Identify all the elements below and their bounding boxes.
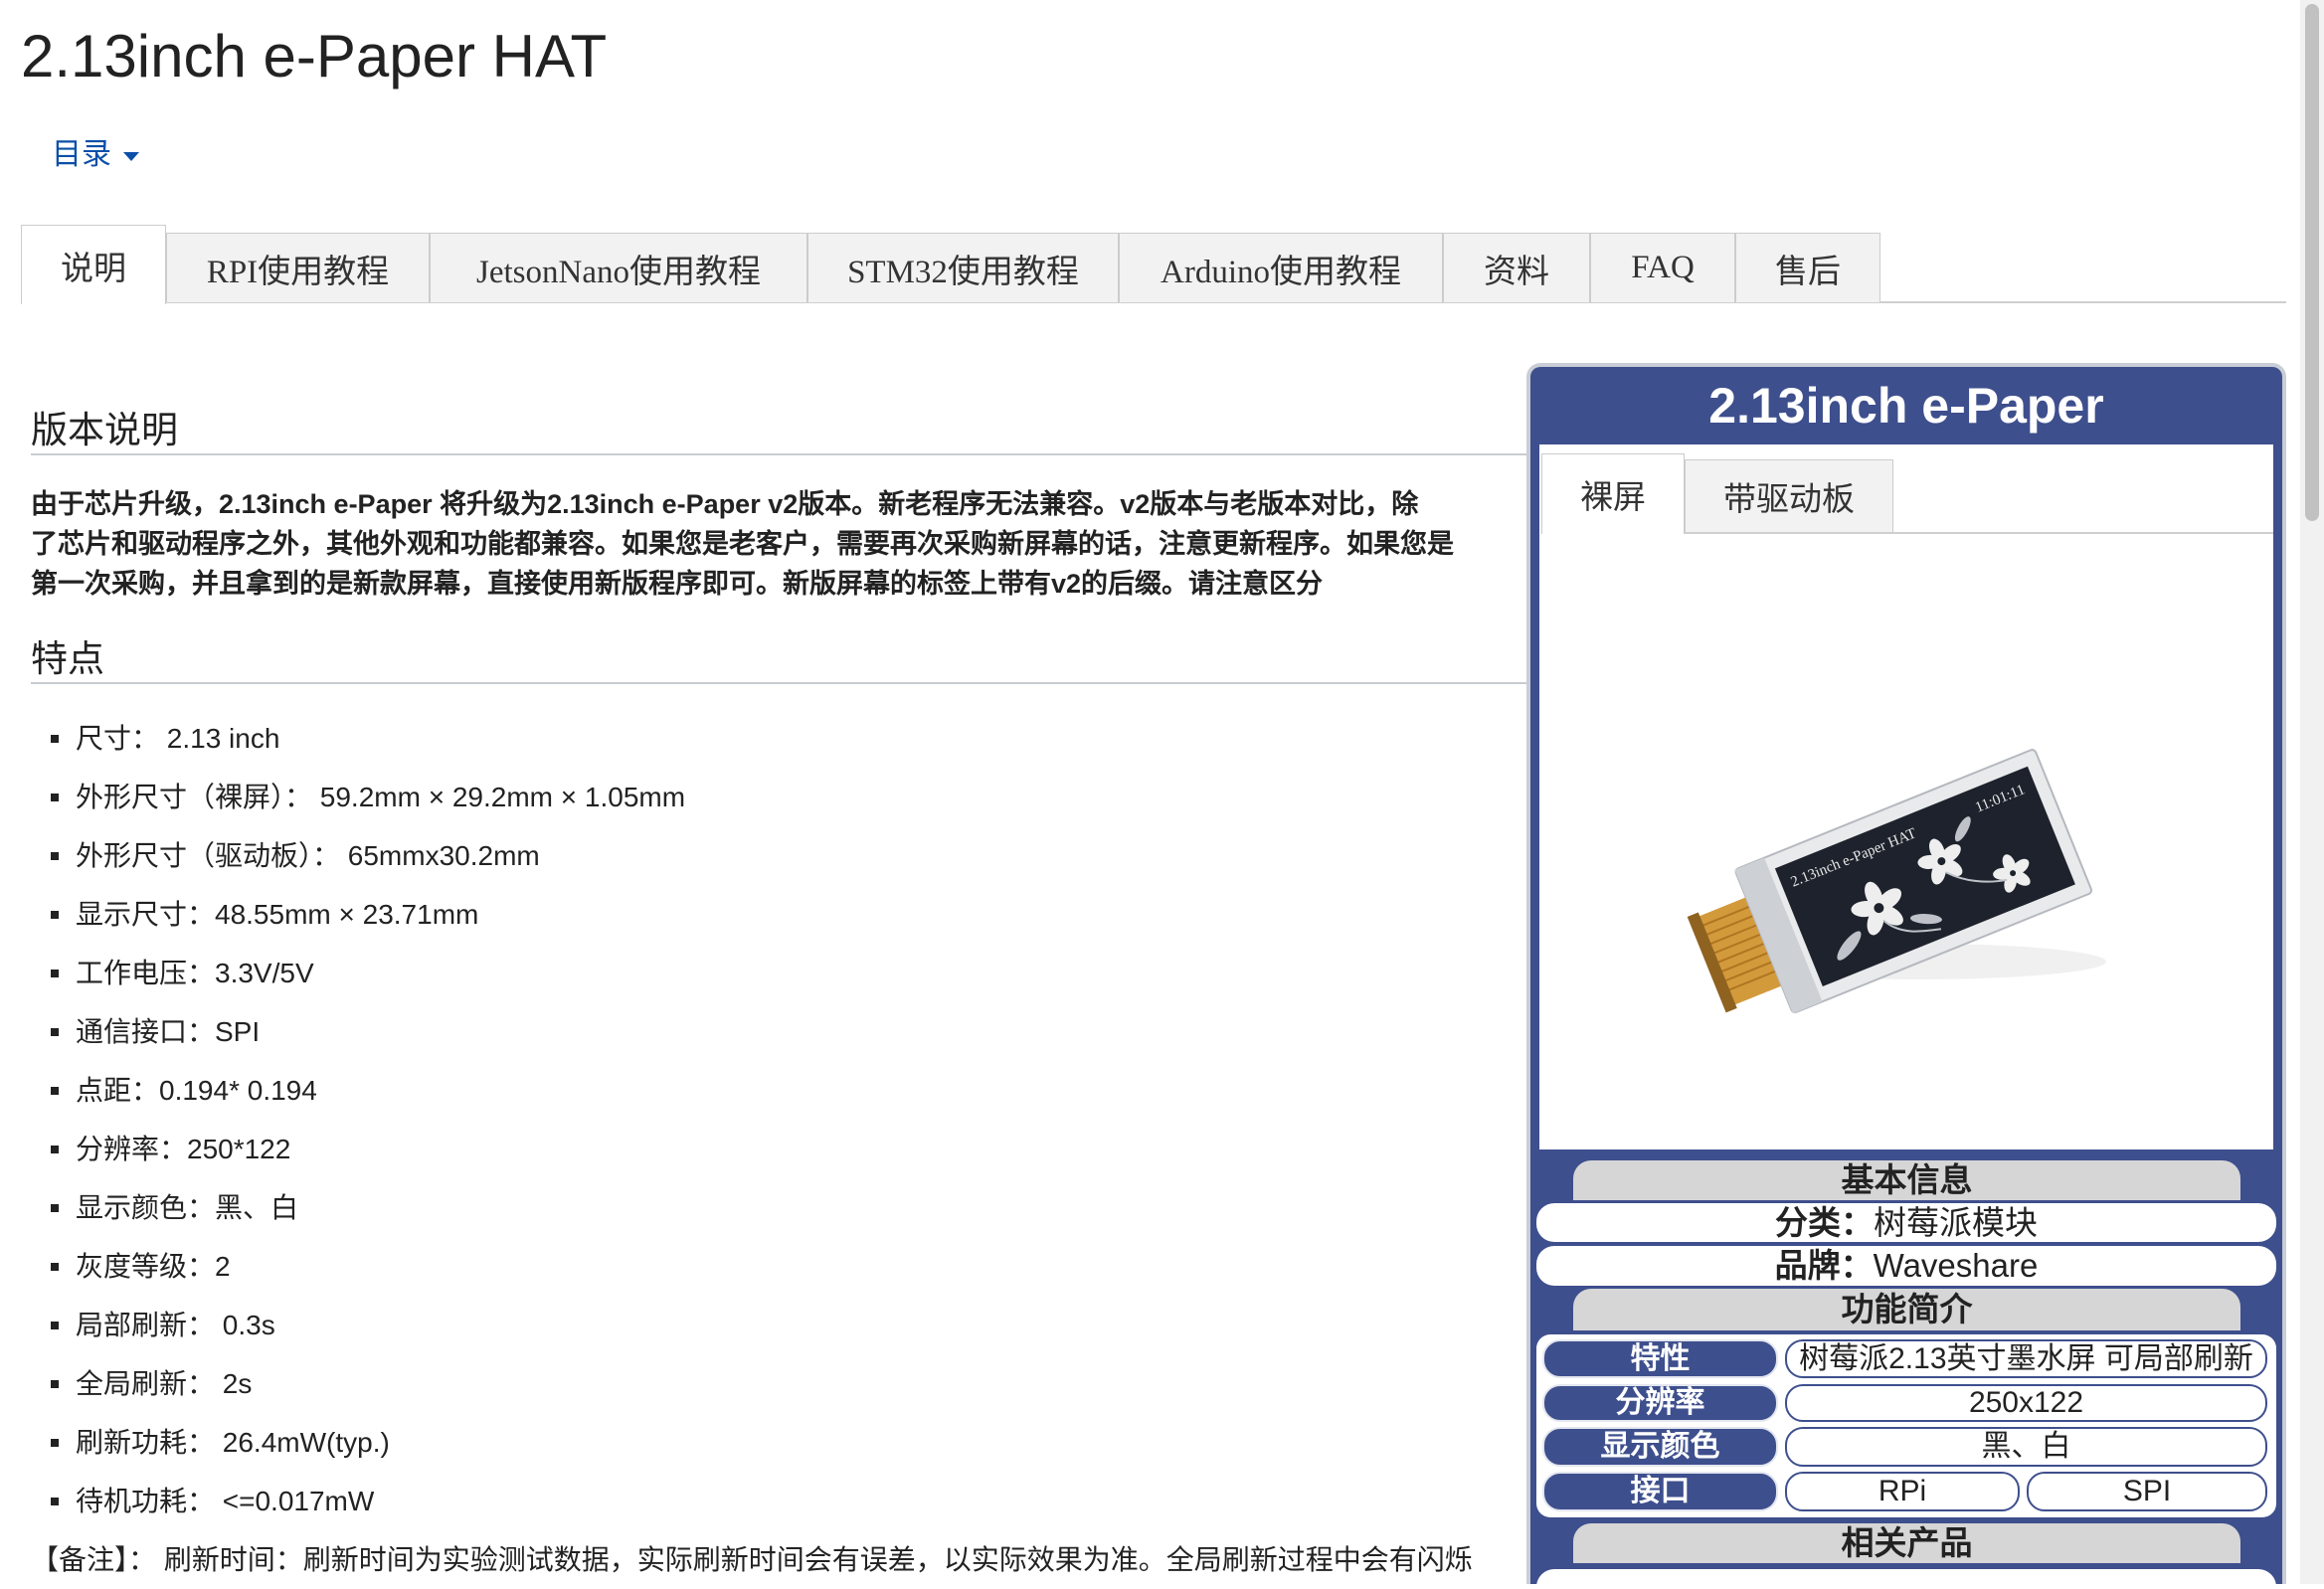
category-row: 分类：树莓派模块: [1536, 1203, 2276, 1242]
bullet-icon: [51, 1322, 59, 1329]
feature-text: 外形尺寸（驱动板）： 65mmx30.2mm: [76, 840, 540, 871]
features-heading: 特点: [31, 636, 1526, 684]
page-title: 2.13inch e-Paper HAT: [21, 23, 608, 89]
bullet-icon: [51, 735, 59, 743]
category-value: 树莓派模块: [1874, 1204, 2038, 1241]
spec-label-interface: 接口: [1542, 1472, 1778, 1511]
version-line: 由于芯片升级，2.13inch e-Paper 将升级为2.13inch e-P…: [31, 489, 1419, 519]
product-image: 2.13inch e-Paper HAT 11:01:11: [1687, 749, 2106, 1014]
feature-text: 灰度等级：2: [76, 1251, 231, 1282]
feature-item: 点距：0.194* 0.194: [31, 1061, 1526, 1120]
feature-text: 外形尺寸（裸屏）： 59.2mm × 29.2mm × 1.05mm: [76, 782, 686, 812]
feature-summary-heading: 功能简介: [1573, 1289, 2240, 1330]
feature-text: 显示颜色：黑、白: [76, 1192, 299, 1223]
bullet-icon: [51, 1146, 59, 1153]
spec-value-interface-rpi: RPi: [1785, 1472, 2020, 1511]
feature-text: 工作电压：3.3V/5V: [76, 958, 314, 988]
tab-stm32-tutorial[interactable]: STM32使用教程: [807, 233, 1119, 302]
spec-value-resolution: 250x122: [1785, 1384, 2267, 1422]
feature-text: 分辨率：250*122: [76, 1134, 291, 1164]
bullet-icon: [51, 1439, 59, 1447]
related-products-heading: 相关产品: [1573, 1523, 2240, 1563]
bullet-icon: [51, 911, 59, 919]
tab-faq[interactable]: FAQ: [1590, 233, 1735, 302]
feature-item: 显示颜色：黑、白: [31, 1178, 1526, 1237]
brand-label: 品牌：: [1774, 1247, 1874, 1284]
features-list: 尺寸： 2.13 inch 外形尺寸（裸屏）： 59.2mm × 29.2mm …: [31, 709, 1526, 1530]
feature-text: 通信接口：SPI: [76, 1016, 261, 1047]
bullet-icon: [51, 1263, 59, 1271]
bullet-icon: [51, 1498, 59, 1505]
feature-item: 灰度等级：2: [31, 1237, 1526, 1296]
version-heading: 版本说明: [31, 408, 1526, 455]
feature-text: 显示尺寸：48.55mm × 23.71mm: [76, 899, 479, 930]
spec-table: 特性 树莓派2.13英寸墨水屏 可局部刷新 分辨率 250x122 显示颜色 黑…: [1536, 1334, 2276, 1517]
feature-item: 工作电压：3.3V/5V: [31, 944, 1526, 1002]
tab-with-driver-board[interactable]: 带驱动板: [1685, 459, 1893, 532]
bullet-icon: [51, 970, 59, 977]
bullet-icon: [51, 1380, 59, 1388]
spec-value-interface-spi: SPI: [2027, 1472, 2267, 1511]
tab-arduino-tutorial[interactable]: Arduino使用教程: [1119, 233, 1443, 302]
infobox-image-panel: 裸屏 带驱动板 2.13inch e-Paper HAT 11:01:11: [1539, 444, 2273, 1149]
feature-item: 局部刷新： 0.3s: [31, 1296, 1526, 1354]
feature-item: 外形尺寸（驱动板）： 65mmx30.2mm: [31, 826, 1526, 885]
feature-text: 点距：0.194* 0.194: [76, 1075, 317, 1106]
feature-item: 外形尺寸（裸屏）： 59.2mm × 29.2mm × 1.05mm: [31, 768, 1526, 826]
feature-text: 尺寸： 2.13 inch: [76, 723, 280, 754]
tab-jetsonnano-tutorial[interactable]: JetsonNano使用教程: [430, 233, 807, 302]
feature-item: 待机功耗： <=0.017mW: [31, 1472, 1526, 1530]
feature-item: 刷新功耗： 26.4mW(typ.): [31, 1413, 1526, 1472]
tab-after-sales[interactable]: 售后: [1735, 233, 1880, 302]
feature-text: 全局刷新： 2s: [76, 1368, 253, 1399]
bullet-icon: [51, 1028, 59, 1036]
related-product-row[interactable]: [1536, 1569, 2276, 1584]
feature-item: 通信接口：SPI: [31, 1002, 1526, 1061]
tab-rpi-tutorial[interactable]: RPI使用教程: [166, 233, 430, 302]
product-infobox: 2.13inch e-Paper 裸屏 带驱动板 2.13inch e-Pape…: [1526, 363, 2286, 1584]
feature-item: 尺寸： 2.13 inch: [31, 709, 1526, 768]
tab-resources[interactable]: 资料: [1443, 233, 1590, 302]
spec-label-color: 显示颜色: [1542, 1427, 1778, 1467]
vertical-scrollbar[interactable]: [2300, 0, 2324, 1584]
version-line: 第一次采购，并且拿到的是新款屏幕，直接使用新版程序即可。新版屏幕的标签上带有v2…: [31, 569, 1324, 599]
bullet-icon: [51, 1204, 59, 1212]
feature-text: 刷新功耗： 26.4mW(typ.): [76, 1427, 390, 1458]
scrollbar-thumb[interactable]: [2305, 4, 2319, 521]
chevron-down-icon: [123, 151, 139, 161]
category-label: 分类：: [1775, 1204, 1874, 1241]
feature-text: 局部刷新： 0.3s: [76, 1310, 275, 1340]
toc-label: 目录: [52, 138, 111, 171]
version-paragraph: 由于芯片升级，2.13inch e-Paper 将升级为2.13inch e-P…: [31, 484, 1526, 604]
bullet-icon: [51, 1087, 59, 1095]
toc-dropdown[interactable]: 目录: [52, 135, 139, 175]
spec-value-feature: 树莓派2.13英寸墨水屏 可局部刷新: [1785, 1339, 2267, 1378]
feature-text: 待机功耗： <=0.017mW: [76, 1486, 375, 1516]
spec-label-resolution: 分辨率: [1542, 1384, 1778, 1422]
bullet-icon: [51, 852, 59, 860]
feature-item: 显示尺寸：48.55mm × 23.71mm: [31, 885, 1526, 944]
tab-description[interactable]: 说明: [21, 225, 166, 304]
spec-label-feature: 特性: [1542, 1339, 1778, 1378]
feature-item: 全局刷新： 2s: [31, 1354, 1526, 1413]
brand-row: 品牌：Waveshare: [1536, 1246, 2276, 1286]
spec-value-color: 黑、白: [1785, 1427, 2267, 1467]
feature-item: 分辨率：250*122: [31, 1120, 1526, 1178]
tab-bare-screen[interactable]: 裸屏: [1541, 453, 1685, 534]
refresh-note: 【备注】： 刷新时间：刷新时间为实验测试数据，实际刷新时间会有误差，以实际效果为…: [31, 1544, 1473, 1575]
infobox-title: 2.13inch e-Paper: [1708, 378, 2104, 434]
bullet-icon: [51, 794, 59, 801]
version-line: 了芯片和驱动程序之外，其他外观和功能都兼容。如果您是老客户，需要再次采购新屏幕的…: [31, 529, 1454, 559]
brand-value: Waveshare: [1873, 1247, 2039, 1284]
basic-info-heading: 基本信息: [1573, 1160, 2240, 1200]
